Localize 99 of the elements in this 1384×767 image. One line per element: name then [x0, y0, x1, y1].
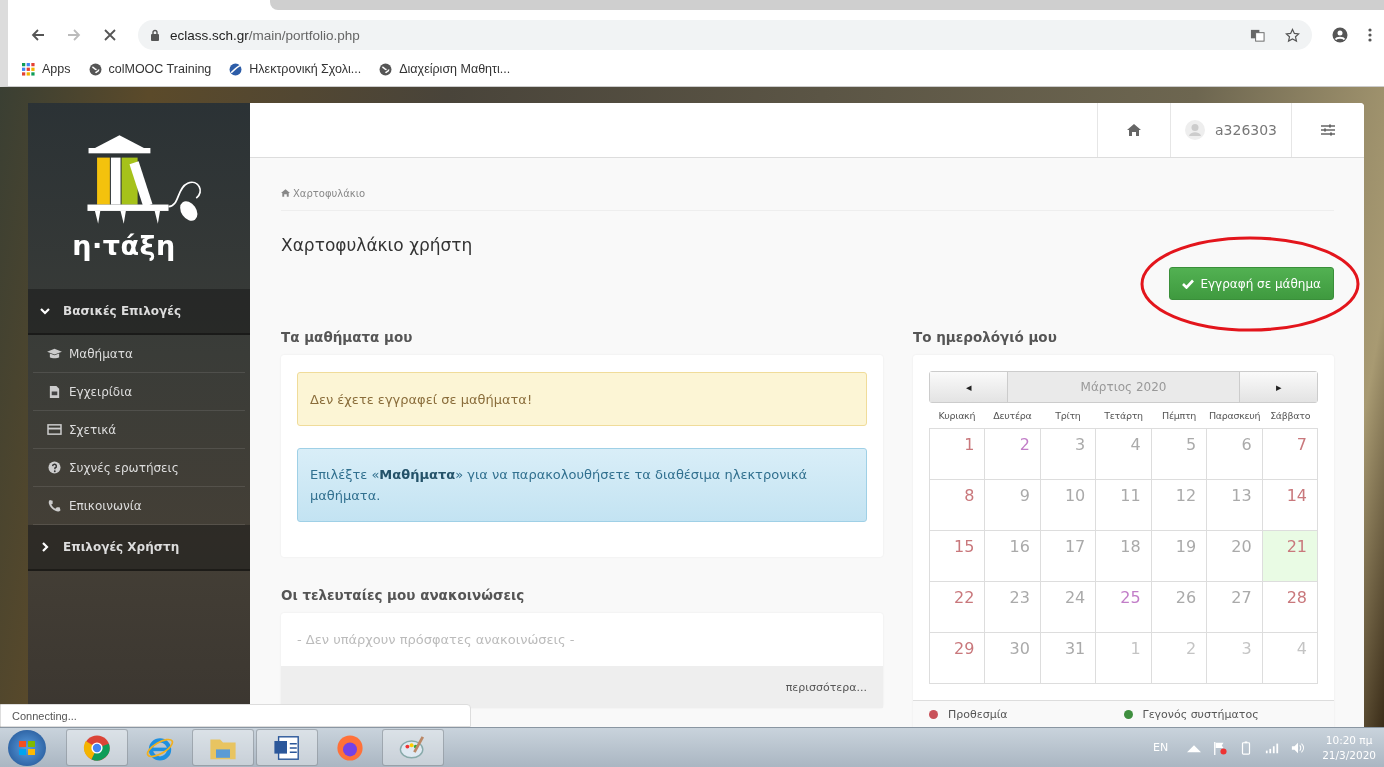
weekday-label: Τετάρτη — [1103, 410, 1144, 421]
calendar-day-cell[interactable]: 3 — [1040, 429, 1097, 480]
weekday-label: Σάββατο — [1269, 410, 1312, 421]
sliders-icon — [1321, 124, 1335, 136]
calendar-day-cell[interactable]: 1 — [930, 429, 986, 480]
calendar-day-cell[interactable]: 9 — [985, 480, 1041, 531]
home-icon — [281, 189, 290, 197]
calendar-day-cell[interactable]: 7 — [1262, 429, 1318, 480]
checkmark-icon — [1182, 278, 1195, 289]
home-icon — [1127, 124, 1141, 136]
calendar-day-cell[interactable]: 29 — [930, 633, 986, 684]
sidebar-section-header[interactable]: Επιλογές Χρήστη — [28, 525, 250, 571]
legend-label: Προθεσμία — [948, 708, 1008, 721]
weekday-label: Πέμπτη — [1161, 410, 1198, 421]
calendar-day-cell[interactable]: 4 — [1262, 633, 1318, 684]
document-icon — [47, 385, 62, 398]
legend-label: Γεγονός συστήματος — [1142, 708, 1259, 721]
calendar-day-cell[interactable]: 26 — [1151, 582, 1208, 633]
document-icon — [273, 733, 301, 762]
sidebar-menu-item[interactable]: Μαθήματα — [33, 335, 245, 373]
calendar-day-cell[interactable]: 20 — [1207, 531, 1263, 582]
weekday-label: Τρίτη — [1054, 410, 1082, 421]
calendar-day-cell[interactable]: 19 — [1151, 531, 1208, 582]
next-month-button[interactable]: ▸ — [1240, 372, 1317, 402]
sidebar-menu-item[interactable]: Σχετικά — [33, 411, 245, 449]
clock[interactable]: 10:20 πμ 21/3/2020 — [1322, 732, 1376, 763]
fox-globe-icon — [336, 733, 364, 762]
calendar-day-cell[interactable]: 3 — [1207, 633, 1263, 684]
graduation-cap-icon — [47, 347, 62, 360]
question-circle-icon — [47, 461, 62, 474]
breadcrumb-link[interactable]: Χαρτοφυλάκιο — [281, 187, 366, 199]
page-title: Χαρτοφυλάκιο χρήστη — [281, 235, 473, 257]
more-link[interactable]: περισσότερα... — [785, 680, 867, 694]
apps-grid-icon — [22, 62, 35, 76]
enroll-button[interactable]: Εγγραφή σε μάθημα — [1169, 267, 1334, 300]
bookmark-link[interactable]: Apps — [22, 62, 71, 76]
calendar-day-cell[interactable]: 31 — [1040, 633, 1097, 684]
calendar-day-cell[interactable]: 24 — [1040, 582, 1097, 633]
warning-alert: Δεν έχετε εγγραφεί σε μαθήματα! — [297, 372, 867, 426]
section-heading: Οι τελευταίες μου ανακοινώσεις — [281, 587, 526, 603]
star-icon[interactable] — [1285, 27, 1300, 43]
section-heading: Το ημερολόγιό μου — [913, 329, 1058, 345]
calendar-day-cell[interactable]: 11 — [1096, 480, 1152, 531]
calendar-day-cell[interactable]: 2 — [985, 429, 1041, 480]
calendar-day-cell[interactable]: 6 — [1207, 429, 1263, 480]
calendar-day-cell[interactable]: 12 — [1151, 480, 1208, 531]
sidebar-menu-item[interactable]: Εγχειρίδια — [33, 373, 245, 411]
browser-icon — [83, 733, 111, 762]
calendar-day-cell[interactable]: 2 — [1151, 633, 1208, 684]
account-icon[interactable] — [1332, 27, 1348, 43]
calendar-day-cell[interactable]: 5 — [1151, 429, 1208, 480]
calendar-day-cell[interactable]: 10 — [1040, 480, 1097, 531]
calendar-day-cell[interactable]: 23 — [985, 582, 1041, 633]
calendar-day-cell[interactable]: 4 — [1096, 429, 1152, 480]
calendar-day-cell[interactable]: 15 — [930, 531, 986, 582]
translate-icon[interactable] — [1250, 27, 1265, 43]
language-indicator[interactable]: EN — [1152, 741, 1169, 754]
info-alert: Επιλέξτε «Μαθήματα» για να παρακολουθήσετε τα διαθέσιμα ηλεκτρονικά μαθήματα. — [297, 448, 867, 522]
close-icon[interactable] — [102, 27, 118, 43]
calendar-day-cell[interactable]: 1 — [1096, 633, 1152, 684]
bookmark-link[interactable]: Ηλεκτρονική Σχολι... — [229, 62, 362, 76]
flag-error-icon[interactable] — [1213, 740, 1228, 755]
status-bubble: Connecting... — [0, 704, 471, 727]
logo-text: η·τάξη — [72, 229, 176, 261]
bookmark-link[interactable]: colMOOC Training — [88, 62, 212, 76]
sidebar-menu-item[interactable]: Συχνές ερωτήσεις — [33, 449, 245, 487]
calendar-day-cell[interactable]: 8 — [930, 480, 986, 531]
sidebar-section-header[interactable]: Βασικές Επιλογές — [28, 289, 250, 335]
previous-month-button[interactable]: ◂ — [930, 372, 1007, 402]
user-menu-button[interactable]: a326303 — [1170, 103, 1291, 157]
round-logo-icon — [229, 62, 243, 76]
calendar-day-cell[interactable]: 18 — [1096, 531, 1152, 582]
back-arrow-icon[interactable] — [30, 27, 46, 43]
calendar-day-cell[interactable]: 28 — [1262, 582, 1318, 633]
weekday-label: Δευτέρα — [992, 410, 1033, 421]
bookmark-link[interactable]: Διαχείριση Μαθητι... — [379, 62, 511, 76]
taskbar-app-button[interactable] — [66, 729, 128, 766]
calendar-day-cell[interactable]: 21 — [1262, 531, 1318, 582]
calendar-day-cell[interactable]: 30 — [985, 633, 1041, 684]
calendar-day-cell[interactable]: 27 — [1207, 582, 1263, 633]
phone-icon — [47, 499, 62, 512]
calendar-day-cell[interactable]: 17 — [1040, 531, 1097, 582]
weekday-label: Κυριακή — [937, 410, 977, 421]
calendar-day-cell[interactable]: 13 — [1207, 480, 1263, 531]
taskbar-app-button[interactable] — [256, 729, 318, 766]
weekday-label: Παρασκευή — [1208, 410, 1262, 421]
calendar-day-cell[interactable]: 25 — [1096, 582, 1152, 633]
credit-card-icon — [47, 423, 62, 436]
empty-message: - Δεν υπάρχουν πρόσφατες ανακοινώσεις - — [296, 631, 576, 649]
calendar-day-cell[interactable]: 22 — [930, 582, 986, 633]
calendar-day-cell[interactable]: 16 — [985, 531, 1041, 582]
section-heading: Τα μαθήματα μου — [281, 329, 414, 345]
sidebar-menu-item[interactable]: Επικοινωνία — [33, 487, 245, 525]
lock-icon — [150, 29, 160, 41]
avatar-icon — [1185, 120, 1205, 140]
address-field[interactable]: eclass.sch.gr/main/portfolio.php — [138, 20, 1312, 50]
start-button[interactable] — [8, 729, 46, 766]
forward-arrow-icon[interactable] — [66, 27, 82, 43]
menu-icon[interactable] — [1368, 27, 1372, 43]
